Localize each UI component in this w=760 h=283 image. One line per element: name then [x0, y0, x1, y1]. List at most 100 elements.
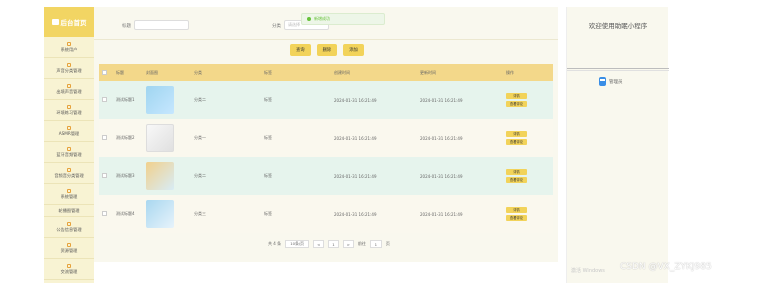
menu-icon — [67, 146, 71, 151]
prev-page-button[interactable]: < — [313, 240, 325, 248]
tag-cell: 标签 — [261, 119, 331, 157]
delete-button[interactable]: 删除 — [316, 44, 338, 56]
sidebar-item[interactable]: 声音分类管理 — [44, 58, 94, 79]
cover-cell — [143, 157, 191, 195]
column-header: 操作 — [503, 64, 553, 81]
row-checkbox[interactable] — [102, 97, 107, 102]
table-row: 测试标题2 分类一 标签 2024-01-31 16:21:49 2024-01-31 … — [99, 119, 553, 157]
row-select-cell[interactable] — [99, 157, 113, 195]
cover-cell — [143, 119, 191, 157]
sidebar-item[interactable]: 系统管理 — [44, 184, 94, 205]
brand-label: 后台首页 — [60, 19, 87, 27]
page-size-select[interactable]: 10条/页 — [285, 240, 310, 248]
sidebar-item-label: ASMR管理 — [58, 130, 80, 136]
divider — [567, 68, 669, 69]
table-row: 测试标题1 分类二 标签 2024-01-31 16:21:49 2024-01-31 … — [99, 81, 553, 119]
menu-icon — [67, 188, 71, 193]
tag-cell: 标签 — [261, 157, 331, 195]
detail-button[interactable]: 详情 — [506, 169, 527, 175]
action-cell: 详情 查看评论 — [503, 81, 553, 119]
sidebar-item[interactable]: 音频音分类管理 — [44, 163, 94, 184]
created-cell: 2024-01-31 16:21:49 — [331, 81, 417, 119]
cover-thumbnail[interactable] — [146, 86, 174, 114]
menu-icon — [67, 263, 71, 268]
action-cell: 详情 查看评论 — [503, 157, 553, 195]
sidebar-item-label: 交流管理 — [60, 268, 78, 274]
row-checkbox[interactable] — [102, 173, 107, 178]
cover-cell — [143, 195, 191, 233]
goto-input[interactable]: 1 — [369, 240, 382, 248]
sidebar: 后台首页 系统用户声音分类管理 出境声音管理环境练习管理 ASMR管理蓝牙音频管理音… — [44, 7, 94, 283]
detail-button[interactable]: 详情 — [506, 207, 527, 213]
select-all-checkbox[interactable] — [102, 69, 107, 75]
column-header: 标签 — [261, 64, 331, 81]
row-select-cell[interactable] — [99, 81, 113, 119]
category-cell: 分类二 — [191, 157, 261, 195]
add-button[interactable]: 添加 — [343, 44, 364, 56]
watermark: CSDN @VX_ZYKJ985 — [620, 262, 712, 272]
view-comments-button[interactable]: 查看评论 — [506, 215, 527, 221]
title-cell: 测试标题1 — [113, 81, 143, 119]
sidebar-item[interactable]: 系统用户 — [44, 37, 94, 58]
menu-icon — [67, 104, 71, 109]
sidebar-item[interactable]: 出境声音管理 — [44, 79, 94, 100]
view-comments-button[interactable]: 查看评论 — [506, 177, 527, 183]
row-checkbox[interactable] — [102, 135, 107, 140]
goto-label: 前往 — [357, 241, 366, 246]
row-checkbox[interactable] — [102, 211, 107, 216]
created-cell: 2024-01-31 16:21:49 — [331, 195, 417, 233]
view-comments-button[interactable]: 查看评论 — [506, 101, 527, 107]
manager-entry[interactable]: 管理员 — [599, 77, 623, 86]
title-cell: 测试标题2 — [113, 119, 143, 157]
sidebar-item[interactable]: 蓝牙音频管理 — [44, 142, 94, 163]
manager-label: 管理员 — [609, 79, 623, 85]
cover-thumbnail[interactable] — [146, 162, 174, 190]
row-select-cell[interactable] — [99, 195, 113, 233]
menu-icon — [67, 41, 71, 46]
select-all-header[interactable] — [99, 64, 113, 81]
sidebar-item[interactable]: 交流管理 — [44, 259, 94, 280]
sidebar-item[interactable]: 环境练习管理 — [44, 100, 94, 121]
check-icon — [307, 17, 311, 21]
action-cell: 详情 查看评论 — [503, 119, 553, 157]
sidebar-item-label: 系统管理 — [60, 193, 78, 199]
next-page-button[interactable]: > — [342, 240, 354, 248]
title-input[interactable] — [134, 20, 189, 30]
pagination: 共 4 条 10条/页 < 1 > 前往 1 页 — [268, 240, 390, 248]
cover-thumbnail[interactable] — [146, 200, 174, 228]
column-header: 封面图 — [143, 64, 191, 81]
robot-avatar-icon — [599, 77, 606, 86]
title-cell: 测试标题3 — [113, 157, 143, 195]
sidebar-item-label: 轮播图管理 — [58, 207, 80, 213]
sidebar-item[interactable]: 轮播图管理 — [44, 205, 94, 217]
sidebar-item[interactable]: 资源管理 — [44, 238, 94, 259]
detail-button[interactable]: 详情 — [506, 131, 527, 137]
sidebar-item[interactable]: ASMR管理 — [44, 121, 94, 142]
brand[interactable]: 后台首页 — [44, 7, 94, 37]
menu-icon — [67, 83, 71, 88]
menu-icon — [67, 242, 71, 247]
view-comments-button[interactable]: 查看评论 — [506, 139, 527, 145]
page-number-current[interactable]: 1 — [328, 240, 339, 248]
page-unit: 页 — [385, 241, 390, 246]
updated-cell: 2024-01-31 16:21:49 — [417, 157, 503, 195]
cover-thumbnail[interactable] — [146, 124, 174, 152]
sidebar-item-label: 系统用户 — [60, 46, 78, 52]
sidebar-item-label: 出境声音管理 — [56, 88, 82, 94]
divider — [567, 70, 669, 71]
row-select-cell[interactable] — [99, 119, 113, 157]
welcome-text: 欢迎使用助眠小程序 — [588, 22, 648, 30]
menu-icon — [67, 125, 71, 130]
sidebar-item-label: 公告信息管理 — [56, 226, 82, 232]
menu-icon — [67, 62, 71, 67]
sidebar-item[interactable]: 公告信息管理 — [44, 217, 94, 238]
main-panel: 标题 分类 请选择 新增成功 查询 删除 添加 标题 封面图 分类 标签 创建时间 更新时… — [94, 7, 558, 262]
action-cell: 详情 查看评论 — [503, 195, 553, 233]
category-label: 分类 — [272, 24, 281, 29]
column-header: 标题 — [113, 64, 143, 81]
sidebar-item-label: 声音分类管理 — [56, 67, 82, 73]
detail-button[interactable]: 详情 — [506, 93, 527, 99]
search-button[interactable]: 查询 — [290, 44, 311, 56]
menu-icon — [67, 221, 71, 226]
menu-icon — [67, 167, 71, 172]
